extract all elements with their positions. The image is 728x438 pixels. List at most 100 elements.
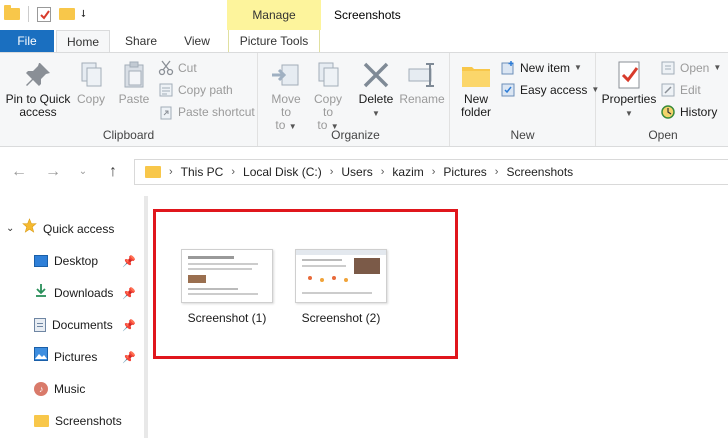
new-folder-button[interactable]: New folder: [454, 59, 498, 119]
paste-icon: [118, 59, 150, 91]
tab-home[interactable]: Home: [56, 30, 110, 53]
copy-icon: [75, 59, 107, 91]
qat-divider: [28, 6, 29, 22]
customize-qat-icon[interactable]: ⭣: [81, 9, 86, 20]
nav-item-music[interactable]: ♪ Music: [34, 378, 85, 400]
clipboard-group: Pin to Quick access Copy Paste Cut Copy …: [0, 53, 258, 146]
nav-item-label: Music: [54, 382, 86, 396]
rename-icon: [406, 59, 438, 91]
open-label: Open: [680, 61, 710, 75]
pin-icon: [22, 59, 54, 91]
chevron-down-icon: ▼: [713, 63, 722, 72]
pictures-icon: [34, 346, 48, 368]
chevron-down-icon: ▼: [574, 63, 582, 72]
new-item-button[interactable]: New item ▼: [500, 58, 582, 78]
address-bar[interactable]: › This PC › Local Disk (C:) › Users › ka…: [134, 159, 728, 185]
copy-to-button[interactable]: Copy to to ▼: [308, 59, 348, 133]
breadcrumb-pictures[interactable]: Pictures: [443, 165, 486, 179]
delete-x-icon: [360, 59, 392, 91]
new-folder-icon[interactable]: [59, 8, 75, 20]
scissors-icon: [158, 60, 174, 76]
rename-button[interactable]: Rename: [398, 59, 446, 106]
tab-view[interactable]: View: [172, 30, 222, 52]
chevron-right-icon[interactable]: ›: [231, 166, 235, 178]
back-arrow-icon[interactable]: ←: [10, 162, 28, 182]
chevron-down-icon[interactable]: ⌄: [6, 218, 16, 240]
window-title: Screenshots: [334, 8, 401, 22]
copy-to-icon: [312, 59, 344, 91]
copy-path-button[interactable]: Copy path: [158, 80, 233, 100]
properties-button[interactable]: Properties ▼: [600, 59, 658, 120]
cut-button[interactable]: Cut: [158, 58, 197, 78]
chevron-right-icon[interactable]: ›: [495, 166, 499, 178]
breadcrumb-local-disk[interactable]: Local Disk (C:): [243, 165, 322, 179]
up-arrow-icon[interactable]: ↑: [104, 162, 122, 182]
recent-locations-chevron-icon[interactable]: ⌄: [74, 162, 92, 182]
chevron-right-icon[interactable]: ›: [381, 166, 385, 178]
pin-icon[interactable]: 📌: [122, 255, 136, 268]
nav-item-desktop[interactable]: Desktop: [34, 250, 98, 272]
copy-to-label: Copy to: [313, 92, 342, 119]
history-button[interactable]: History: [660, 102, 717, 122]
ribbon: Pin to Quick access Copy Paste Cut Copy …: [0, 52, 728, 147]
chevron-right-icon: ›: [169, 166, 173, 178]
forward-arrow-icon[interactable]: →: [44, 162, 62, 182]
paste-button[interactable]: Paste: [114, 59, 154, 106]
new-item-icon: [500, 60, 516, 76]
move-to-button[interactable]: Move to to ▼: [266, 59, 306, 133]
pin-icon[interactable]: 📌: [122, 319, 136, 332]
easy-access-button[interactable]: Easy access ▼: [500, 80, 599, 100]
edit-label: Edit: [680, 83, 701, 97]
edit-button[interactable]: Edit: [660, 80, 701, 100]
tab-file[interactable]: File: [0, 30, 54, 52]
breadcrumb-users[interactable]: Users: [341, 165, 372, 179]
tab-share[interactable]: Share: [116, 30, 166, 52]
pin-to-quick-access-label: Pin to Quick access: [5, 92, 71, 119]
delete-button[interactable]: Delete ▼: [356, 59, 396, 120]
properties-dropdown: ▼: [600, 106, 658, 120]
quick-access-toolbar: ⭣: [4, 5, 86, 22]
navigation-pane-scrollbar[interactable]: [144, 196, 148, 438]
properties-label: Properties: [601, 92, 657, 106]
desktop-icon: [34, 255, 48, 267]
copy-path-label: Copy path: [178, 83, 233, 97]
nav-item-documents[interactable]: Documents: [34, 314, 113, 336]
navigation-bar: ← → ⌄ ↑ › This PC › Local Disk (C:) › Us…: [0, 148, 728, 196]
new-group: New folder New item ▼ Easy access ▼ New: [450, 53, 599, 146]
breadcrumb-kazim[interactable]: kazim: [392, 165, 423, 179]
documents-icon: [34, 318, 46, 332]
manage-tab[interactable]: Manage: [227, 0, 321, 30]
open-button[interactable]: Open ▼: [660, 58, 721, 78]
breadcrumb-screenshots[interactable]: Screenshots: [506, 165, 573, 179]
breadcrumb-this-pc[interactable]: This PC: [181, 165, 224, 179]
pin-icon[interactable]: 📌: [122, 351, 136, 364]
nav-item-screenshots[interactable]: Screenshots: [34, 410, 122, 432]
pin-to-quick-access-button[interactable]: Pin to Quick access: [4, 59, 72, 119]
nav-item-pictures[interactable]: Pictures: [34, 346, 97, 368]
chevron-right-icon[interactable]: ›: [330, 166, 334, 178]
move-to-label: Move to: [271, 92, 301, 119]
paste-shortcut-icon: [158, 104, 174, 120]
nav-item-label: Pictures: [54, 350, 98, 364]
new-group-label: New: [510, 128, 535, 142]
properties-check-icon[interactable]: [37, 6, 51, 22]
paste-shortcut-button[interactable]: Paste shortcut: [158, 102, 255, 122]
star-icon: [22, 218, 37, 240]
open-group-label: Open: [648, 128, 678, 142]
new-item-label: New item: [520, 61, 571, 75]
organize-group-label: Organize: [331, 128, 380, 142]
copy-button[interactable]: Copy: [72, 59, 110, 106]
ribbon-tabs: File Home Share View Picture Tools: [0, 30, 728, 53]
chevron-down-icon: ▼: [372, 109, 380, 118]
new-folder-icon: [460, 59, 492, 91]
chevron-right-icon[interactable]: ›: [432, 166, 436, 178]
clipboard-group-label: Clipboard: [102, 128, 155, 142]
nav-item-downloads[interactable]: Downloads: [34, 282, 113, 304]
open-icon: [660, 60, 676, 76]
easy-access-icon: [500, 82, 516, 98]
nav-item-label: Downloads: [54, 286, 114, 300]
pin-icon[interactable]: 📌: [122, 287, 136, 300]
music-icon: ♪: [34, 382, 48, 396]
tab-picture-tools[interactable]: Picture Tools: [228, 30, 320, 52]
nav-quick-access[interactable]: ⌄ Quick access: [6, 218, 114, 240]
